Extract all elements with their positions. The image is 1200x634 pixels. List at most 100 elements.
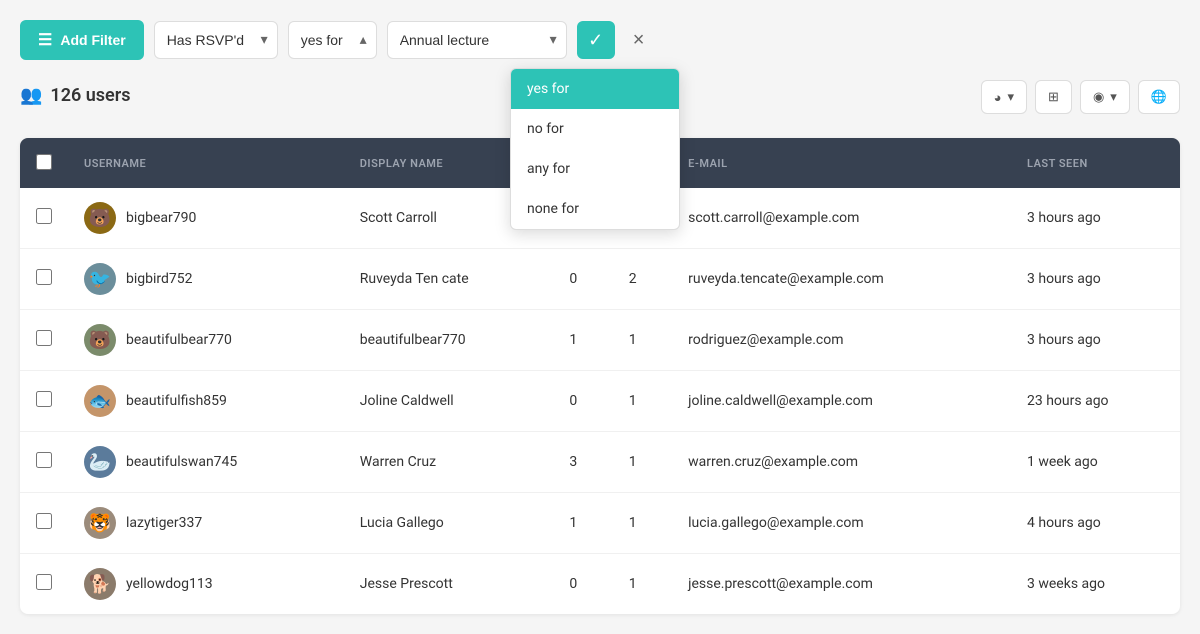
- action-btn-1[interactable]: ◕ ▾: [981, 80, 1027, 114]
- row-checkbox-cell: [20, 371, 68, 432]
- filter-icon: ☰: [38, 30, 52, 50]
- avatar: 🐻: [84, 324, 116, 356]
- col-last-seen: LAST SEEN: [1011, 138, 1180, 188]
- dropdown-menu: yes for no for any for none for: [510, 68, 680, 230]
- users-icon: 👥: [20, 85, 42, 106]
- row-last-seen: 3 hours ago: [1011, 310, 1180, 371]
- row-rsvp2: 1: [613, 432, 672, 493]
- row-display-name: beautifulbear770: [344, 310, 554, 371]
- action-btn-2[interactable]: ⊞: [1035, 80, 1072, 114]
- row-rsvp2: 1: [613, 310, 672, 371]
- row-rsvp2: 2: [613, 249, 672, 310]
- filter2-wrapper: yes for: [288, 21, 377, 59]
- avatar-emoji: 🐦: [89, 269, 111, 290]
- row-username: 🐯 lazytiger337: [68, 493, 344, 554]
- row-checkbox[interactable]: [36, 269, 52, 285]
- row-display-name: Ruveyda Ten cate: [344, 249, 554, 310]
- table-row: 🐟 beautifulfish859 Joline Caldwell 0 1 j…: [20, 371, 1180, 432]
- row-email: joline.caldwell@example.com: [672, 371, 1011, 432]
- chart-icon: ◕: [994, 90, 1002, 105]
- col-username: USERNAME: [68, 138, 344, 188]
- add-filter-button[interactable]: ☰ Add Filter: [20, 20, 144, 60]
- row-rsvp-yes: 3: [553, 432, 612, 493]
- row-username: 🐕 yellowdog113: [68, 554, 344, 615]
- row-checkbox-cell: [20, 554, 68, 615]
- username-text: beautifulfish859: [126, 393, 227, 409]
- close-filter-button[interactable]: ×: [625, 25, 653, 56]
- col-checkbox: [20, 138, 68, 188]
- row-rsvp2: 1: [613, 554, 672, 615]
- action-btn-3-chevron: ▾: [1110, 89, 1117, 105]
- row-username: 🐻 beautifulbear770: [68, 310, 344, 371]
- row-username: 🦢 beautifulswan745: [68, 432, 344, 493]
- username-text: beautifulbear770: [126, 332, 232, 348]
- row-email: lucia.gallego@example.com: [672, 493, 1011, 554]
- row-checkbox[interactable]: [36, 452, 52, 468]
- row-display-name: Warren Cruz: [344, 432, 554, 493]
- close-icon: ×: [633, 29, 645, 51]
- users-count-label: 126 users: [50, 85, 130, 106]
- row-last-seen: 4 hours ago: [1011, 493, 1180, 554]
- table-row: 🐦 bigbird752 Ruveyda Ten cate 0 2 ruveyd…: [20, 249, 1180, 310]
- avatar-emoji: 🐻: [89, 208, 111, 229]
- filter2-select[interactable]: yes for: [288, 21, 377, 59]
- row-checkbox-cell: [20, 432, 68, 493]
- filter1-wrapper: Has RSVP'd: [154, 21, 278, 59]
- add-filter-label: Add Filter: [60, 32, 125, 48]
- table-row: 🐕 yellowdog113 Jesse Prescott 0 1 jesse.…: [20, 554, 1180, 615]
- row-checkbox-cell: [20, 249, 68, 310]
- row-checkbox[interactable]: [36, 574, 52, 590]
- select-all-checkbox[interactable]: [36, 154, 52, 170]
- username-text: bigbird752: [126, 271, 193, 287]
- row-username: 🐦 bigbird752: [68, 249, 344, 310]
- table-body: 🐻 bigbear790 Scott Carroll 4 2 scott.car…: [20, 188, 1180, 614]
- filter3-select[interactable]: Annual lecture: [387, 21, 567, 59]
- row-display-name: Joline Caldwell: [344, 371, 554, 432]
- table-icon: ⊞: [1048, 89, 1059, 105]
- confirm-filter-button[interactable]: ✓: [577, 21, 615, 59]
- dropdown-item-yes-for[interactable]: yes for: [511, 69, 679, 109]
- page-wrapper: ☰ Add Filter Has RSVP'd yes for yes for …: [0, 0, 1200, 634]
- row-rsvp-yes: 1: [553, 493, 612, 554]
- dropdown-item-no-for[interactable]: no for: [511, 109, 679, 149]
- avatar: 🐯: [84, 507, 116, 539]
- avatar-emoji: 🐻: [89, 330, 111, 351]
- row-checkbox[interactable]: [36, 330, 52, 346]
- row-rsvp-yes: 0: [553, 554, 612, 615]
- filter1-select[interactable]: Has RSVP'd: [154, 21, 278, 59]
- row-last-seen: 3 hours ago: [1011, 188, 1180, 249]
- row-username: 🐟 beautifulfish859: [68, 371, 344, 432]
- globe-icon: 🌐: [1151, 89, 1167, 105]
- row-email: ruveyda.tencate@example.com: [672, 249, 1011, 310]
- confirm-icon: ✓: [588, 30, 603, 51]
- username-text: lazytiger337: [126, 515, 202, 531]
- avatar: 🐦: [84, 263, 116, 295]
- row-checkbox[interactable]: [36, 513, 52, 529]
- action-btn-3[interactable]: ◉ ▾: [1080, 80, 1130, 114]
- row-email: rodriguez@example.com: [672, 310, 1011, 371]
- row-email: warren.cruz@example.com: [672, 432, 1011, 493]
- avatar-emoji: 🦢: [89, 452, 111, 473]
- row-checkbox[interactable]: [36, 391, 52, 407]
- row-last-seen: 3 weeks ago: [1011, 554, 1180, 615]
- username-text: bigbear790: [126, 210, 196, 226]
- row-display-name: Lucia Gallego: [344, 493, 554, 554]
- dropdown-item-any-for[interactable]: any for: [511, 149, 679, 189]
- row-email: jesse.prescott@example.com: [672, 554, 1011, 615]
- action-btn-4[interactable]: 🌐: [1138, 80, 1180, 114]
- action-bar: ◕ ▾ ⊞ ◉ ▾ 🌐: [981, 80, 1180, 114]
- avatar: 🐕: [84, 568, 116, 600]
- dropdown-item-none-for[interactable]: none for: [511, 189, 679, 229]
- row-checkbox-cell: [20, 310, 68, 371]
- avatar: 🐻: [84, 202, 116, 234]
- row-username: 🐻 bigbear790: [68, 188, 344, 249]
- row-checkbox[interactable]: [36, 208, 52, 224]
- col-email: E-MAIL: [672, 138, 1011, 188]
- row-checkbox-cell: [20, 188, 68, 249]
- row-last-seen: 23 hours ago: [1011, 371, 1180, 432]
- table-row: 🦢 beautifulswan745 Warren Cruz 3 1 warre…: [20, 432, 1180, 493]
- table-row: 🐻 beautifulbear770 beautifulbear770 1 1 …: [20, 310, 1180, 371]
- row-rsvp2: 1: [613, 493, 672, 554]
- row-email: scott.carroll@example.com: [672, 188, 1011, 249]
- table-row: 🐯 lazytiger337 Lucia Gallego 1 1 lucia.g…: [20, 493, 1180, 554]
